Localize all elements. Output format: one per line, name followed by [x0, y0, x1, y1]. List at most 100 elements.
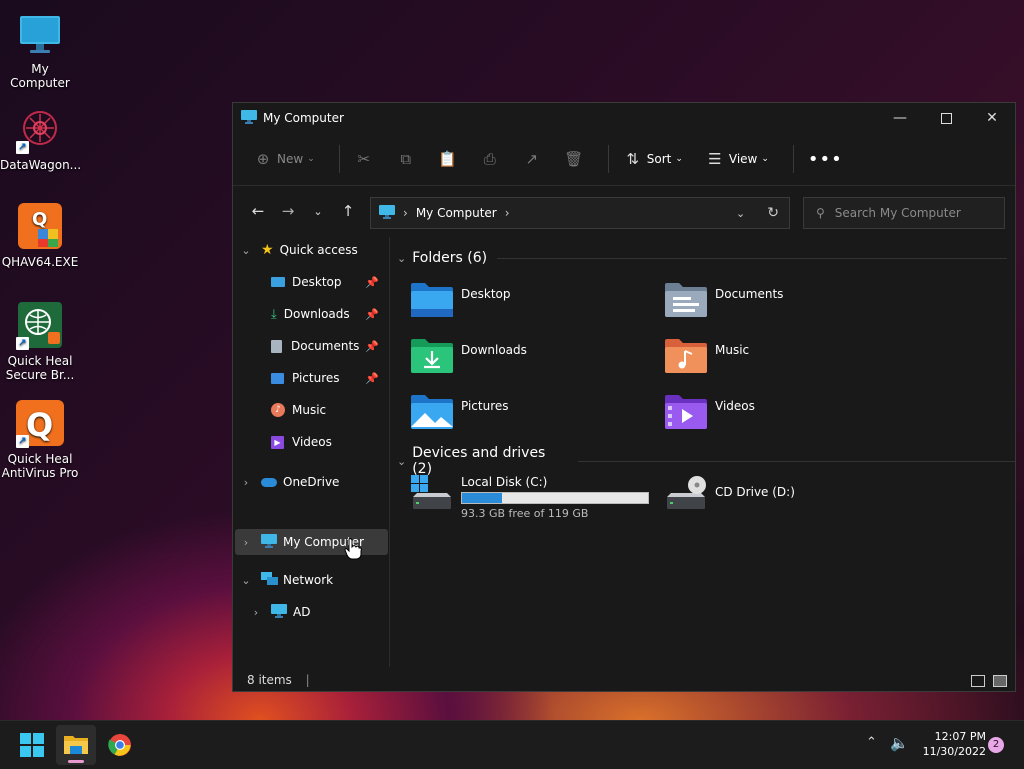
- sidebar-item-pictures[interactable]: Pictures 📌: [271, 365, 387, 391]
- sidebar-item-desktop[interactable]: Desktop 📌: [271, 269, 387, 295]
- svg-text:Q: Q: [32, 209, 47, 230]
- window-title: My Computer: [263, 111, 344, 125]
- command-bar: ⊕ New ⌄ ✂ ⧉ 📋 ⎙ ↗ 🗑 ⇅ Sort ⌄ ☰ View ⌄ ••…: [233, 133, 1015, 186]
- folder-item-music[interactable]: Music: [665, 337, 749, 373]
- large-icons-view-icon[interactable]: [993, 675, 1007, 687]
- folder-item-pictures[interactable]: Pictures: [411, 393, 509, 429]
- cut-button[interactable]: ✂: [348, 143, 380, 175]
- cloud-icon: [261, 477, 277, 487]
- chevron-down-icon: ⌄: [397, 454, 407, 468]
- pictures-folder-icon: [411, 395, 453, 429]
- search-input[interactable]: ⚲ Search My Computer: [803, 197, 1005, 229]
- svg-text:Q: Q: [26, 406, 53, 444]
- chevron-right-icon[interactable]: ›: [505, 206, 510, 220]
- sidebar-item-label: Desktop: [292, 275, 342, 289]
- folder-label: Documents: [715, 287, 784, 301]
- folder-item-downloads[interactable]: Downloads: [411, 337, 527, 373]
- drive-item-cd-drive[interactable]: CD Drive (D:): [665, 475, 795, 511]
- view-button[interactable]: ☰ View ⌄: [699, 143, 775, 175]
- folder-label: Pictures: [461, 399, 509, 413]
- sidebar-item-label: AD: [293, 605, 311, 619]
- music-folder-icon: [665, 339, 707, 373]
- title-bar[interactable]: My Computer — ✕: [233, 103, 1015, 133]
- sidebar-item-documents[interactable]: Documents 📌: [271, 333, 387, 359]
- pin-icon[interactable]: 📌: [365, 340, 379, 353]
- sidebar-item-onedrive[interactable]: › OneDrive: [239, 469, 340, 495]
- close-button[interactable]: ✕: [969, 103, 1015, 133]
- sidebar-item-videos[interactable]: ▶ Videos: [271, 429, 332, 455]
- desktop-icon-datawagon[interactable]: ↗ DataWagon...: [0, 106, 81, 172]
- maximize-button[interactable]: [923, 103, 969, 133]
- folder-label: Desktop: [461, 287, 511, 301]
- content-pane: ⌄ Folders (6) Desktop Documents Download…: [397, 237, 1015, 667]
- minimize-button[interactable]: —: [877, 103, 923, 133]
- downloads-folder-icon: [411, 339, 453, 373]
- up-button[interactable]: ↑: [333, 196, 363, 226]
- quick-heal-browser-icon: ↗: [16, 302, 64, 350]
- show-hidden-icons-button[interactable]: ⌃: [866, 735, 877, 750]
- devices-group-header[interactable]: ⌄ Devices and drives (2): [397, 445, 1015, 477]
- share-icon: ↗: [525, 150, 539, 168]
- address-dropdown-icon[interactable]: ⌄: [736, 207, 745, 220]
- file-explorer-taskbar-button[interactable]: [56, 725, 96, 765]
- chevron-down-icon[interactable]: ⌄: [239, 244, 253, 257]
- sidebar-item-quick-access[interactable]: ⌄ ★ Quick access: [239, 237, 357, 263]
- recent-locations-button[interactable]: ⌄: [303, 196, 333, 226]
- desktop-icon-my-computer[interactable]: My Computer: [0, 10, 80, 90]
- music-icon: ♪: [271, 403, 285, 417]
- notification-badge[interactable]: 2: [988, 737, 1004, 753]
- start-button[interactable]: [20, 733, 44, 757]
- forward-button[interactable]: →: [273, 196, 303, 226]
- back-button[interactable]: ←: [243, 196, 273, 226]
- documents-folder-icon: [665, 283, 707, 317]
- sidebar-item-music[interactable]: ♪ Music: [271, 397, 326, 423]
- desktop-icon-qhav64[interactable]: Q QHAV64.EXE: [0, 203, 80, 269]
- desktop-folder-icon: [271, 277, 285, 287]
- drive-label: Local Disk (C:): [461, 475, 548, 489]
- folders-group-header[interactable]: ⌄ Folders (6): [397, 250, 1008, 266]
- sidebar-item-my-computer[interactable]: › My Computer: [235, 529, 388, 555]
- paste-button[interactable]: 📋: [432, 143, 464, 175]
- desktop-icon-quick-heal-antivirus[interactable]: Q ↗ Quick Heal AntiVirus Pro: [0, 400, 80, 480]
- plus-circle-icon: ⊕: [256, 150, 270, 168]
- star-icon: ★: [261, 242, 274, 258]
- copy-button[interactable]: ⧉: [390, 143, 422, 175]
- folder-item-videos[interactable]: Videos: [665, 393, 755, 429]
- sidebar-item-downloads[interactable]: ⤓ Downloads 📌: [271, 301, 387, 327]
- desktop-icon-label: Quick Heal AntiVirus Pro: [1, 452, 79, 480]
- drive-item-local-disk[interactable]: Local Disk (C:) 93.3 GB free of 119 GB: [411, 475, 649, 520]
- chrome-taskbar-button[interactable]: [108, 733, 132, 757]
- copy-icon: ⧉: [400, 150, 412, 168]
- pin-icon[interactable]: 📌: [365, 276, 379, 289]
- refresh-icon[interactable]: ↻: [767, 205, 779, 221]
- trash-icon: 🗑: [564, 150, 584, 168]
- more-options-button[interactable]: •••: [802, 143, 849, 175]
- new-button[interactable]: ⊕ New ⌄: [247, 143, 321, 175]
- chevron-right-icon[interactable]: ›: [239, 476, 253, 489]
- pin-icon[interactable]: 📌: [365, 372, 379, 385]
- share-button[interactable]: ↗: [516, 143, 548, 175]
- chevron-right-icon[interactable]: ›: [239, 536, 253, 549]
- delete-button[interactable]: 🗑: [558, 143, 590, 175]
- volume-icon[interactable]: 🔈: [890, 734, 909, 752]
- group-divider: [497, 257, 1008, 259]
- sidebar-item-ad[interactable]: › AD: [249, 599, 310, 625]
- sidebar-item-label: OneDrive: [283, 475, 340, 489]
- desktop-icon-quick-heal-browser[interactable]: ↗ Quick Heal Secure Br...: [0, 302, 80, 382]
- computer-icon: [379, 204, 395, 222]
- chevron-right-icon[interactable]: ›: [249, 606, 263, 619]
- details-view-icon[interactable]: [971, 675, 985, 687]
- sidebar-item-label: Music: [292, 403, 327, 417]
- rename-button[interactable]: ⎙: [474, 143, 506, 175]
- breadcrumb-my-computer[interactable]: My Computer: [416, 206, 497, 220]
- folder-item-documents[interactable]: Documents: [665, 281, 783, 317]
- sidebar-item-network[interactable]: ⌄ Network: [239, 567, 333, 593]
- sort-button[interactable]: ⇅ Sort ⌄: [617, 143, 689, 175]
- clock[interactable]: 12:07 PM 11/30/2022: [916, 729, 986, 759]
- address-bar[interactable]: › My Computer › ⌄ ↻: [370, 197, 790, 229]
- pin-icon[interactable]: 📌: [365, 308, 379, 321]
- folder-item-desktop[interactable]: Desktop: [411, 281, 511, 317]
- chevron-down-icon[interactable]: ⌄: [239, 574, 253, 587]
- windows-logo-icon: [20, 733, 44, 757]
- group-title: Folders (6): [412, 250, 488, 266]
